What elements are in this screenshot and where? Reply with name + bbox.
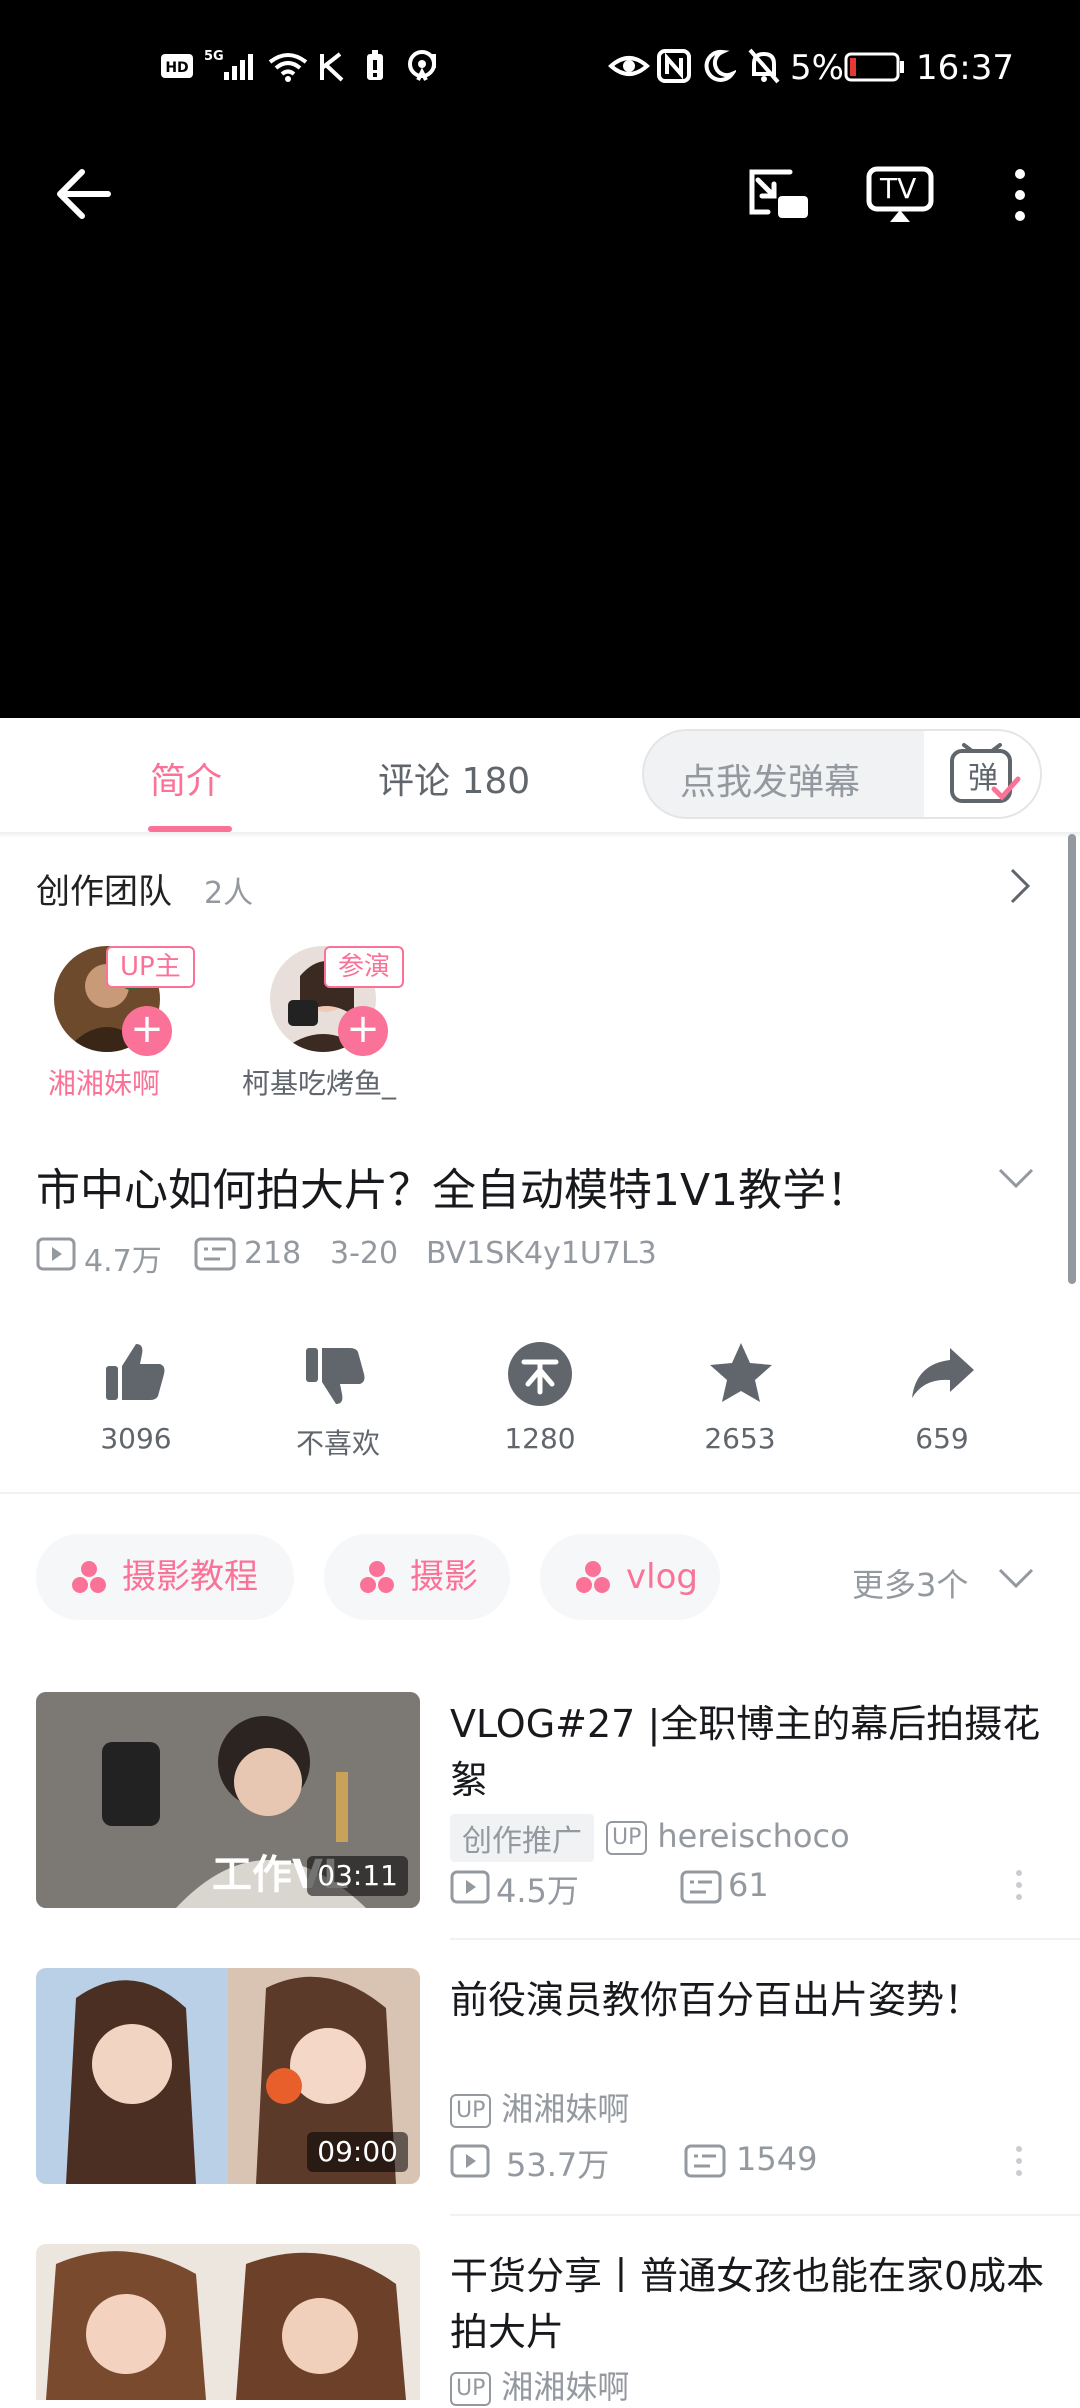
danmu-placeholder: 点我发弹幕	[680, 762, 861, 803]
video-thumbnail[interactable]: 工作VL 03:11	[36, 1692, 420, 1908]
member-name[interactable]: 湘湘妹啊	[48, 1062, 160, 1102]
danmaku-count: 218	[244, 1236, 302, 1271]
mute-icon	[746, 46, 782, 86]
play-count-icon	[450, 2144, 490, 2182]
danmaku-count-icon	[684, 2144, 726, 2182]
svg-text:HD: HD	[165, 60, 188, 76]
share-arrow-icon[interactable]	[910, 1344, 976, 1404]
k-icon	[316, 46, 348, 86]
follow-plus-icon[interactable]: +	[122, 1006, 172, 1056]
tag-chip[interactable]: vlog	[540, 1534, 720, 1620]
like-icon[interactable]	[104, 1340, 168, 1408]
follow-plus-icon[interactable]: +	[338, 1006, 388, 1056]
battery-saver-icon	[364, 46, 386, 86]
back-arrow-icon[interactable]	[52, 166, 114, 226]
related-view-count: 4.5万	[496, 1872, 579, 1910]
divider	[450, 1938, 1080, 1940]
picture-in-picture-icon[interactable]	[746, 166, 812, 228]
view-count: 4.7万	[84, 1244, 162, 1279]
uploader-line[interactable]: 创作推广 UP hereischoco	[450, 1814, 850, 1862]
bvid: BV1SK4y1U7L3	[426, 1236, 657, 1271]
scrollbar[interactable]	[1068, 834, 1076, 1284]
cast-badge: 参演	[324, 946, 405, 988]
share-count[interactable]: 659	[862, 1422, 1022, 1455]
battery-icon	[844, 46, 906, 86]
more-options-icon[interactable]	[1016, 1870, 1024, 1906]
clock: 16:37	[916, 48, 1014, 88]
cast-tv-label: TV	[880, 172, 917, 205]
up-badge: UP主	[106, 946, 195, 988]
eye-icon	[607, 46, 651, 86]
video-thumbnail[interactable]: 09:00	[36, 1968, 420, 2184]
moon-icon	[700, 46, 738, 86]
favorite-star-icon[interactable]	[708, 1340, 774, 1410]
chevron-right-icon[interactable]	[1008, 866, 1032, 910]
more-options-icon[interactable]	[1016, 2146, 1024, 2182]
divider	[0, 1492, 1080, 1494]
tag-icon	[72, 1561, 106, 1593]
favorite-count[interactable]: 2653	[660, 1422, 820, 1455]
coin-count[interactable]: 1280	[460, 1422, 620, 1455]
divider	[450, 2214, 1080, 2216]
more-vertical-icon[interactable]	[1014, 166, 1026, 228]
chevron-down-icon[interactable]	[996, 1566, 1036, 1596]
cast-tv-button[interactable]: TV	[866, 166, 934, 228]
video-player[interactable]: HD 5G 5% 16:37 TV	[0, 0, 1080, 718]
hd-icon: HD	[160, 46, 194, 86]
video-title: 市中心如何拍大片？全自动模特1V1教学！	[36, 1165, 871, 1216]
uploader-name: hereischoco	[657, 1817, 850, 1855]
uploader-name: 湘湘妹啊	[501, 2090, 630, 2128]
up-icon: UP	[606, 1821, 648, 1855]
member-name[interactable]: 柯基吃烤鱼_	[242, 1062, 396, 1102]
video-duration: 03:11	[307, 1856, 408, 1896]
danmu-toggle-button[interactable]: 弹	[924, 731, 1040, 817]
5g-signal-icon: 5G	[204, 46, 260, 86]
danmu-input[interactable]: 点我发弹幕 弹	[642, 729, 1042, 819]
tab-comments[interactable]: 评论 180	[378, 752, 530, 804]
tab-intro[interactable]: 简介	[150, 752, 222, 804]
nfc-icon	[656, 46, 692, 86]
uploader-name: 湘湘妹啊	[501, 2368, 630, 2406]
uploader-line[interactable]: UP 湘湘妹啊	[450, 2084, 629, 2130]
publish-date: 3-20	[330, 1236, 399, 1271]
dislike-label[interactable]: 不喜欢	[258, 1422, 418, 1462]
battery-percent: 5%	[790, 48, 844, 88]
video-thumbnail[interactable]	[36, 2244, 420, 2400]
tag-label: 摄影	[410, 1557, 478, 1597]
related-danmaku-count: 1549	[736, 2140, 818, 2178]
play-count-icon	[450, 1870, 490, 1908]
svg-text:5G: 5G	[204, 49, 224, 64]
like-count[interactable]: 3096	[56, 1422, 216, 1455]
tag-label: vlog	[626, 1557, 698, 1597]
tag-label: 摄影教程	[122, 1557, 258, 1597]
related-video-title[interactable]: VLOG#27 |全职博主的幕后拍摄花絮	[450, 1696, 1050, 1808]
team-title: 创作团队	[36, 872, 172, 912]
uploader-line[interactable]: UP 湘湘妹啊	[450, 2362, 629, 2408]
related-danmaku-count: 61	[728, 1866, 769, 1904]
tag-icon	[360, 1561, 394, 1593]
more-tags-button[interactable]: 更多3个	[852, 1560, 968, 1606]
chevron-down-icon[interactable]	[996, 1166, 1036, 1196]
coin-icon[interactable]	[506, 1340, 574, 1412]
danmaku-count-icon	[194, 1236, 236, 1276]
danmaku-count-icon	[680, 1870, 722, 1908]
hotspot-icon	[404, 46, 444, 86]
tab-shadow	[0, 832, 1080, 838]
tag-chip[interactable]: 摄影教程	[36, 1534, 294, 1620]
related-view-count: 53.7万	[506, 2146, 610, 2184]
promo-badge: 创作推广	[450, 1814, 594, 1862]
tag-chip[interactable]: 摄影	[324, 1534, 510, 1620]
tag-icon	[576, 1561, 610, 1593]
related-video-title[interactable]: 前役演员教你百分百出片姿势！	[450, 1972, 1050, 2028]
up-icon: UP	[450, 2372, 492, 2406]
video-duration: 09:00	[307, 2132, 408, 2172]
wifi-icon	[266, 46, 310, 86]
related-video-title[interactable]: 干货分享丨普通女孩也能在家0成本拍大片	[450, 2248, 1050, 2360]
play-count-icon	[36, 1236, 76, 1276]
team-count: 2人	[204, 876, 254, 911]
danmu-button-label: 弹	[968, 761, 998, 796]
up-icon: UP	[450, 2094, 492, 2128]
dislike-icon[interactable]	[304, 1344, 368, 1412]
